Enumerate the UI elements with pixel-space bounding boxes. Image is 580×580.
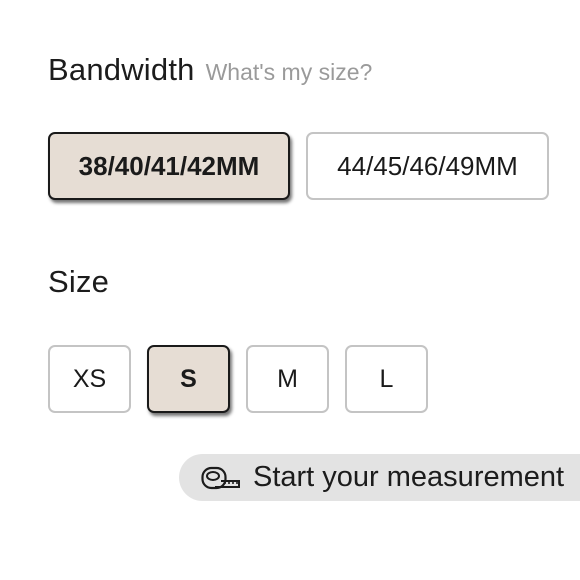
bandwidth-title: Bandwidth xyxy=(48,52,195,87)
start-measurement-label: Start your measurement xyxy=(253,461,565,493)
bandwidth-heading: Bandwidth What's my size? xyxy=(48,52,372,88)
size-title: Size xyxy=(48,264,110,299)
bandwidth-options: 38/40/41/42MM 44/45/46/49MM xyxy=(48,132,549,200)
whats-my-size-link[interactable]: What's my size? xyxy=(206,59,373,86)
measuring-tape-icon xyxy=(201,465,241,491)
start-measurement-button[interactable]: Start your measurement xyxy=(179,454,580,501)
size-option-m[interactable]: M xyxy=(246,345,329,413)
bandwidth-option-38-42mm[interactable]: 38/40/41/42MM xyxy=(48,132,290,200)
size-option-l[interactable]: L xyxy=(345,345,428,413)
bandwidth-option-44-49mm[interactable]: 44/45/46/49MM xyxy=(306,132,549,200)
size-heading: Size xyxy=(48,264,109,300)
size-option-xs[interactable]: XS xyxy=(48,345,131,413)
size-options: XS S M L xyxy=(48,345,444,413)
size-option-s[interactable]: S xyxy=(147,345,230,413)
